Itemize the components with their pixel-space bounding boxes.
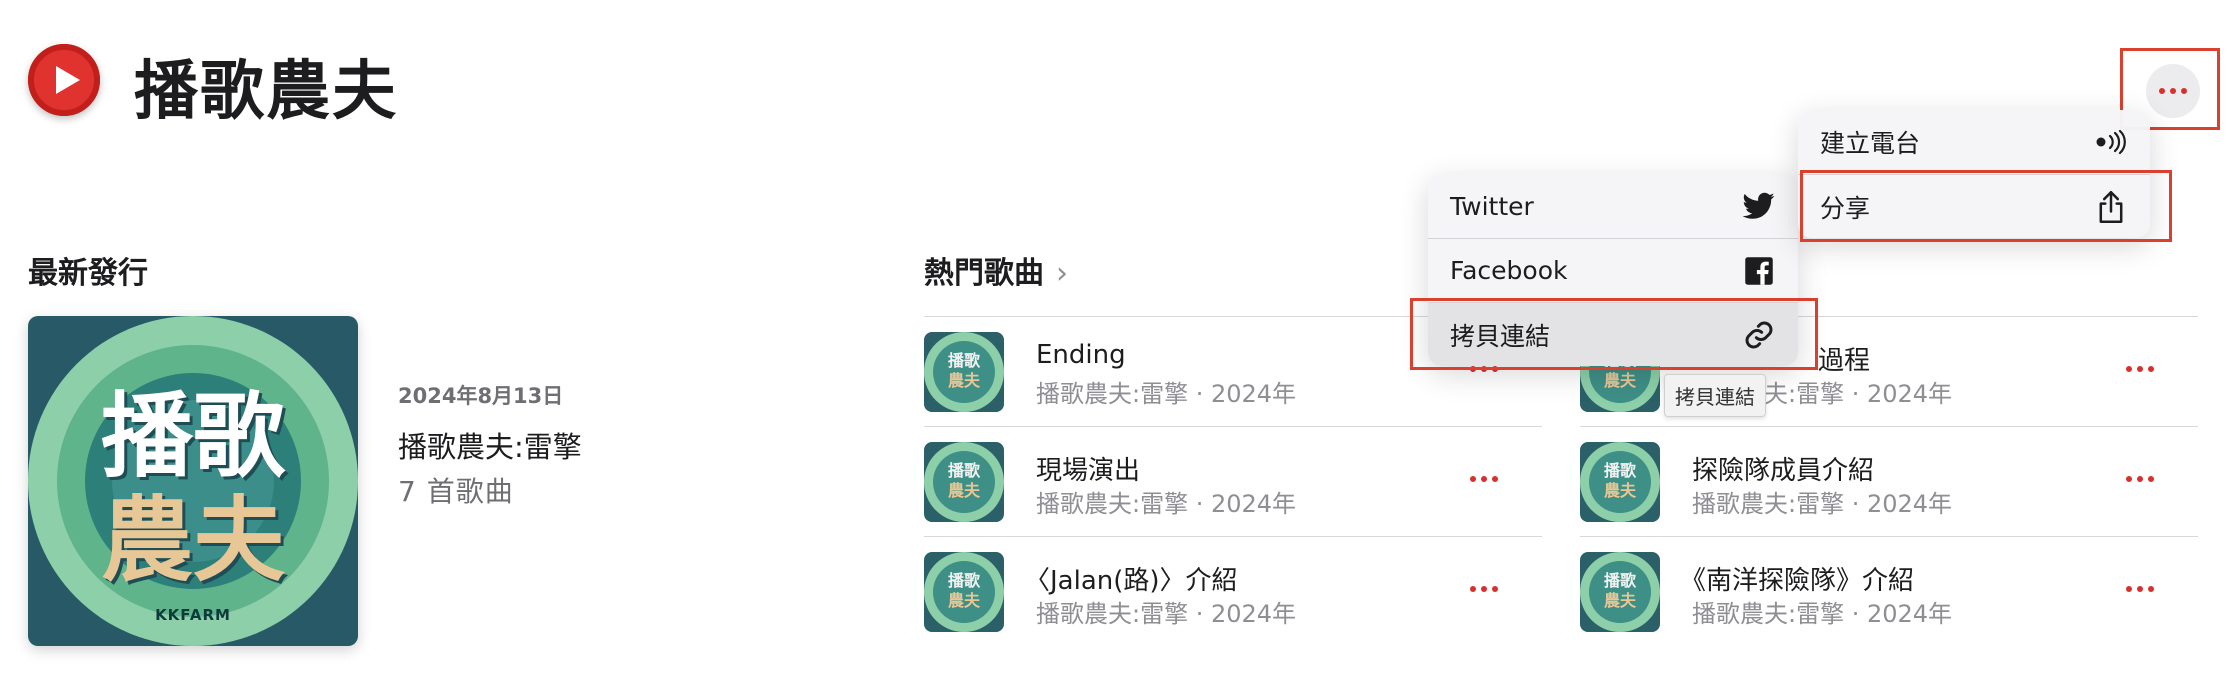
- radio-broadcast-icon: [2094, 125, 2128, 159]
- album-artwork[interactable]: 播歌 農夫 KKFARM: [28, 316, 358, 646]
- song-row[interactable]: 播歌 農夫 〈Jalan(路)〉介紹 播歌農夫:雷擎 · 2024年: [924, 536, 1542, 646]
- create-station-item[interactable]: 建立電台: [1798, 110, 2150, 174]
- latest-release-title: 最新發行: [28, 256, 148, 291]
- song-subtitle: 播歌農夫:雷擎 · 2024年: [1036, 600, 1297, 628]
- chevron-right-icon: ›: [1056, 256, 1068, 291]
- link-icon: [1742, 318, 1776, 352]
- song-title: 過程: [1818, 346, 1871, 376]
- more-menu: 建立電台 分享: [1798, 110, 2150, 238]
- share-item[interactable]: 分享: [1798, 174, 2150, 238]
- song-subtitle: 播歌農夫:雷擎 · 2024年: [1692, 600, 1953, 628]
- release-track-count: 7 首歌曲: [398, 475, 514, 508]
- top-songs-label: 熱門歌曲: [924, 256, 1044, 291]
- more-options-button[interactable]: [2146, 64, 2200, 118]
- song-title: 〈Jalan(路)〉介紹: [1024, 566, 1238, 596]
- song-subtitle: 播歌農夫:雷擎 · 2024年: [1692, 490, 1953, 518]
- tooltip: 拷貝連結: [1664, 374, 1766, 417]
- artwork-title-line2: 農夫: [100, 487, 285, 594]
- artwork-brand: KKFARM: [155, 606, 231, 624]
- thumb-text: 播歌: [947, 351, 980, 370]
- thumb-text: 農夫: [1603, 591, 1636, 610]
- menu-item-label: 拷貝連結: [1450, 321, 1551, 351]
- share-copy-link-item[interactable]: 拷貝連結: [1428, 302, 1798, 366]
- play-circle-icon: [28, 44, 100, 116]
- song-thumbnail: 播歌 農夫: [1580, 442, 1660, 522]
- facebook-icon: [1742, 254, 1776, 288]
- top-songs-title[interactable]: 熱門歌曲 ›: [924, 248, 1068, 292]
- thumb-text: 播歌: [1603, 461, 1636, 480]
- menu-item-label: Twitter: [1450, 191, 1534, 221]
- song-thumbnail: 播歌 農夫: [1580, 552, 1660, 632]
- song-thumbnail: 播歌 農夫: [924, 332, 1004, 412]
- song-more-button[interactable]: [2118, 356, 2162, 382]
- song-row[interactable]: 播歌 農夫 《南洋探險隊》介紹 播歌農夫:雷擎 · 2024年: [1580, 536, 2198, 646]
- song-subtitle: 播歌農夫:雷擎 · 2024年: [1036, 380, 1297, 408]
- thumb-text: 農夫: [1603, 481, 1636, 500]
- song-subtitle: 播歌農夫:雷擎 · 2024年: [1036, 490, 1297, 518]
- song-title: 探險隊成員介紹: [1692, 456, 1875, 486]
- artist-name: 播歌農夫: [134, 55, 398, 129]
- share-icon: [2094, 190, 2128, 224]
- release-date: 2024年8月13日: [398, 384, 564, 408]
- thumb-text: 播歌: [1603, 571, 1636, 590]
- share-menu: Twitter Facebook 拷貝連結: [1428, 174, 1798, 366]
- share-twitter-item[interactable]: Twitter: [1428, 174, 1798, 238]
- song-more-button[interactable]: [2118, 466, 2162, 492]
- thumb-text: 播歌: [947, 461, 980, 480]
- song-row[interactable]: 播歌 農夫 探險隊成員介紹 播歌農夫:雷擎 · 2024年: [1580, 426, 2198, 536]
- share-facebook-item[interactable]: Facebook: [1428, 238, 1798, 302]
- thumb-text: 播歌: [947, 571, 980, 590]
- song-title: 《南洋探險隊》介紹: [1680, 566, 1915, 596]
- menu-item-label: 分享: [1820, 193, 1871, 223]
- thumb-text: 農夫: [947, 591, 980, 610]
- menu-item-label: Facebook: [1450, 256, 1568, 285]
- thumb-text: 農夫: [947, 481, 980, 500]
- song-more-button[interactable]: [1462, 466, 1506, 492]
- twitter-icon: [1742, 189, 1776, 223]
- song-more-button[interactable]: [1462, 576, 1506, 602]
- release-album-name[interactable]: 播歌農夫:雷擎: [398, 424, 582, 466]
- song-thumbnail: 播歌 農夫: [924, 442, 1004, 522]
- thumb-text: 農夫: [1603, 371, 1636, 390]
- song-row[interactable]: 播歌 農夫 現場演出 播歌農夫:雷擎 · 2024年: [924, 426, 1542, 536]
- song-title: Ending: [1036, 340, 1126, 370]
- song-thumbnail: 播歌 農夫: [924, 552, 1004, 632]
- menu-item-label: 建立電台: [1820, 129, 1921, 158]
- song-more-button[interactable]: [2118, 576, 2162, 602]
- thumb-text: 農夫: [947, 371, 980, 390]
- song-title: 現場演出: [1036, 456, 1141, 486]
